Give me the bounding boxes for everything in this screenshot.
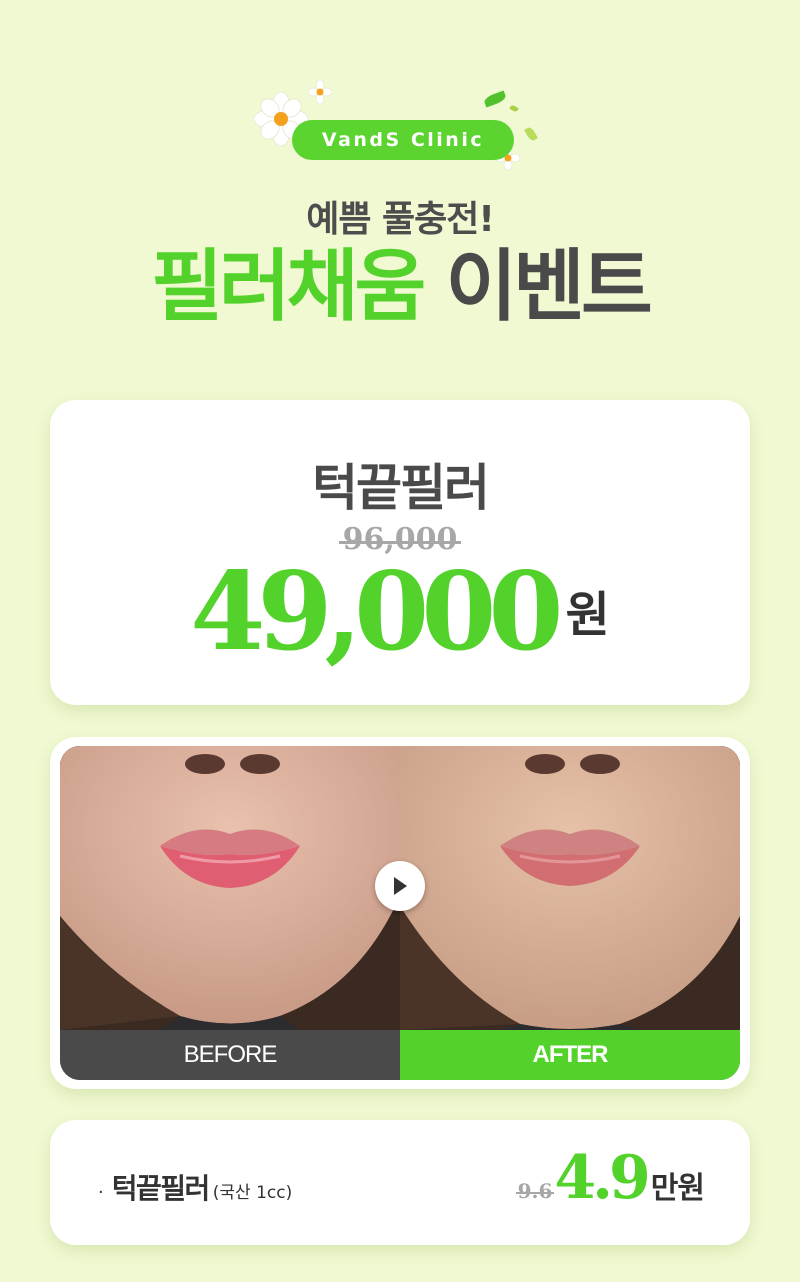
after-label: AFTER (400, 1030, 740, 1080)
sale-price: 49,000 원 (50, 558, 750, 666)
bullet: · (98, 1182, 104, 1203)
leaf-icon (482, 90, 508, 108)
leaf-icon (524, 125, 538, 143)
sale-price-unit: 원 (565, 587, 610, 643)
before-after-card: BEFORE AFTER (50, 737, 750, 1089)
summary-card: · 턱끝필러 (국산 1cc) 9.6 4.9 만원 (50, 1120, 750, 1245)
price-card: 턱끝필러 96,000 49,000 원 (50, 400, 750, 705)
summary-product: · 턱끝필러 (국산 1cc) (98, 1167, 292, 1207)
event-subtitle: 예쁨 풀충전! (306, 199, 495, 240)
clinic-name-badge: VandS Clinic (292, 120, 514, 160)
summary-product-spec: (국산 1cc) (212, 1183, 293, 1203)
event-title: 필러채움 이벤트 (0, 248, 800, 326)
before-photo (60, 746, 400, 1030)
product-name: 턱끝필러 (312, 459, 490, 517)
event-title-green: 필러채움 (151, 242, 426, 332)
before-label: BEFORE (60, 1030, 400, 1080)
small-daisy-icon (308, 80, 332, 104)
summary-original-price: 9.6 (515, 1179, 555, 1203)
clinic-badge-area: VandS Clinic (250, 78, 550, 178)
play-button[interactable] (375, 861, 425, 911)
play-icon (394, 877, 407, 895)
event-title-dark: 이벤트 (445, 242, 652, 332)
summary-price-unit: 만원 (650, 1171, 705, 1206)
sale-price-number: 49,000 (190, 549, 563, 675)
summary-price: 9.6 4.9 만원 (515, 1143, 705, 1213)
summary-sale-price: 4.9 (554, 1143, 650, 1213)
summary-product-name: 턱끝필러 (111, 1172, 211, 1205)
before-after-media[interactable]: BEFORE AFTER (60, 746, 740, 1080)
after-photo (400, 746, 740, 1030)
leaf-icon (509, 104, 519, 113)
